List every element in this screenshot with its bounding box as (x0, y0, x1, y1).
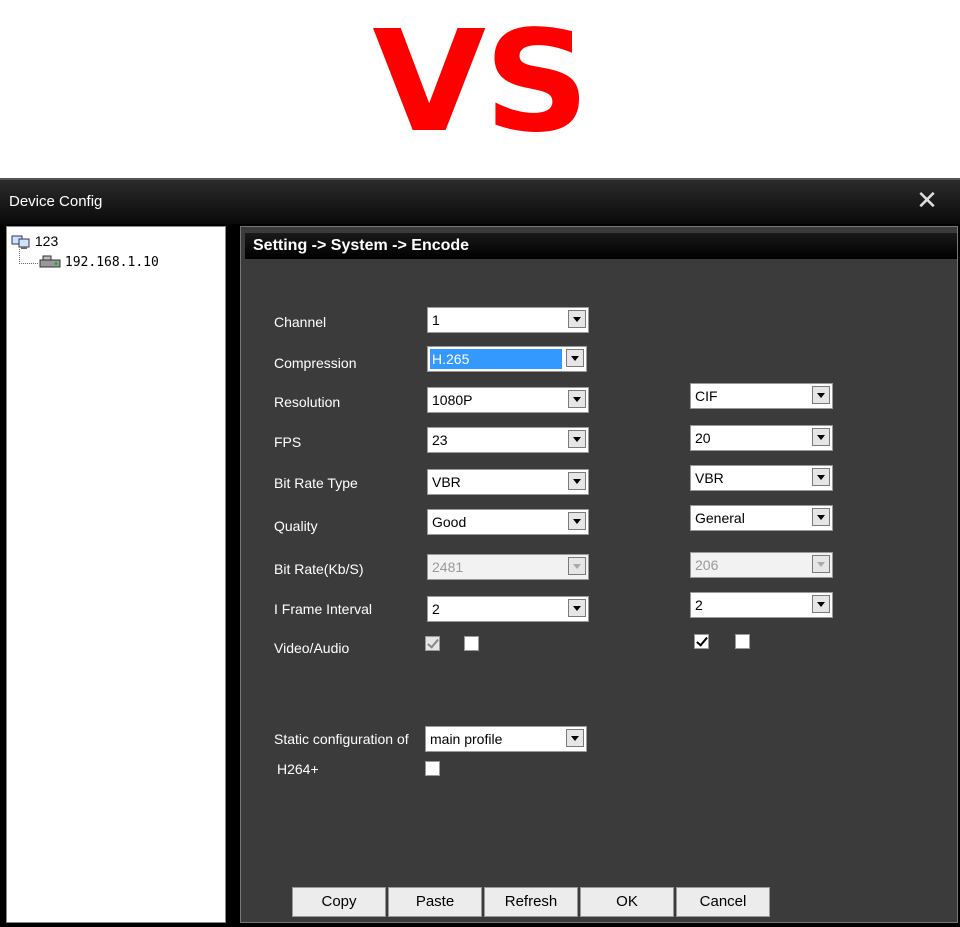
label-h264plus: H264+ (277, 761, 319, 777)
fps-select[interactable]: 23 (427, 427, 589, 453)
chevron-down-icon (812, 555, 830, 573)
close-icon[interactable]: ✕ (914, 188, 940, 214)
breadcrumb: Setting -> System -> Encode (253, 237, 470, 254)
encode-panel: Setting -> System -> Encode Channel Comp… (240, 226, 958, 923)
chevron-down-icon[interactable] (566, 349, 584, 367)
dvr-device-icon (39, 255, 61, 268)
chevron-down-icon[interactable] (568, 390, 586, 408)
ok-button[interactable]: OK (580, 887, 674, 917)
title-bar: Device Config ✕ (0, 178, 960, 224)
chevron-down-icon[interactable] (812, 595, 830, 613)
refresh-button[interactable]: Refresh (484, 887, 578, 917)
device-config-window: Device Config ✕ 123 192.168.1.10 Setting… (0, 178, 960, 927)
tree-root-item[interactable]: 123 (11, 233, 58, 250)
extra-bitrate-value: 206 (695, 557, 719, 573)
extra-bitrate-type-select[interactable]: VBR (690, 465, 833, 491)
tree-root-label: 123 (34, 233, 59, 249)
static-config-value: main profile (430, 731, 503, 747)
label-fps: FPS (274, 434, 302, 450)
audio-checkbox-main[interactable] (464, 636, 479, 651)
extra-fps-select[interactable]: 20 (690, 425, 833, 451)
quality-value: Good (432, 514, 467, 530)
vs-banner: VS (0, 0, 960, 175)
bitrate-value: 2481 (432, 559, 464, 575)
tree-device-label: 192.168.1.10 (64, 255, 159, 270)
label-channel: Channel (274, 314, 327, 330)
bitrate-type-value: VBR (432, 474, 461, 490)
label-static-config: Static configuration of (274, 731, 409, 747)
audio-checkbox-extra[interactable] (735, 634, 750, 649)
label-iframe-interval: I Frame Interval (274, 601, 373, 617)
chevron-down-icon[interactable] (568, 472, 586, 490)
tree-connector (19, 249, 38, 264)
chevron-down-icon[interactable] (812, 386, 830, 404)
chevron-down-icon[interactable] (568, 512, 586, 530)
chevron-down-icon[interactable] (812, 468, 830, 486)
extra-bitrate-type-value: VBR (695, 470, 724, 486)
computer-group-icon (11, 235, 30, 250)
device-tree: 123 192.168.1.10 (6, 226, 226, 923)
copy-button[interactable]: Copy (292, 887, 386, 917)
resolution-value: 1080P (432, 392, 473, 408)
chevron-down-icon[interactable] (812, 508, 830, 526)
cancel-button[interactable]: Cancel (676, 887, 770, 917)
extra-resolution-select[interactable]: CIF (690, 383, 833, 409)
panel-header: Setting -> System -> Encode (245, 233, 957, 259)
vs-text: VS (372, 1, 590, 164)
extra-iframe-interval-select[interactable]: 2 (690, 592, 833, 618)
chevron-down-icon[interactable] (566, 729, 584, 747)
extra-resolution-value: CIF (695, 388, 718, 404)
extra-iframe-interval-value: 2 (695, 597, 703, 613)
chevron-down-icon[interactable] (812, 428, 830, 446)
extra-bitrate-select: 206 (690, 552, 833, 578)
resolution-select[interactable]: 1080P (427, 387, 589, 413)
channel-select[interactable]: 1 (427, 307, 589, 333)
iframe-interval-value: 2 (432, 601, 440, 617)
label-quality: Quality (274, 518, 318, 534)
static-config-select[interactable]: main profile (425, 726, 587, 752)
label-resolution: Resolution (274, 394, 341, 410)
compression-value: H.265 (430, 349, 562, 369)
label-compression: Compression (274, 355, 357, 371)
window-title: Device Config (9, 193, 103, 210)
compression-select[interactable]: H.265 (427, 346, 587, 372)
tree-device-item[interactable]: 192.168.1.10 (39, 253, 159, 270)
bitrate-select: 2481 (427, 554, 589, 580)
chevron-down-icon[interactable] (568, 310, 586, 328)
video-checkbox-extra[interactable] (694, 634, 709, 649)
extra-fps-value: 20 (695, 430, 711, 446)
extra-quality-select[interactable]: General (690, 505, 833, 531)
extra-quality-value: General (695, 510, 745, 526)
quality-select[interactable]: Good (427, 509, 589, 535)
video-checkbox-main (425, 636, 440, 651)
h264plus-checkbox[interactable] (425, 761, 440, 776)
chevron-down-icon[interactable] (568, 599, 586, 617)
iframe-interval-select[interactable]: 2 (427, 596, 589, 622)
fps-value: 23 (432, 432, 448, 448)
bitrate-type-select[interactable]: VBR (427, 469, 589, 495)
paste-button[interactable]: Paste (388, 887, 482, 917)
channel-value: 1 (432, 312, 440, 328)
chevron-down-icon[interactable] (568, 430, 586, 448)
label-bitrate-type: Bit Rate Type (274, 475, 358, 491)
label-bitrate: Bit Rate(Kb/S) (274, 561, 364, 577)
label-video-audio: Video/Audio (274, 640, 350, 656)
chevron-down-icon (568, 557, 586, 575)
